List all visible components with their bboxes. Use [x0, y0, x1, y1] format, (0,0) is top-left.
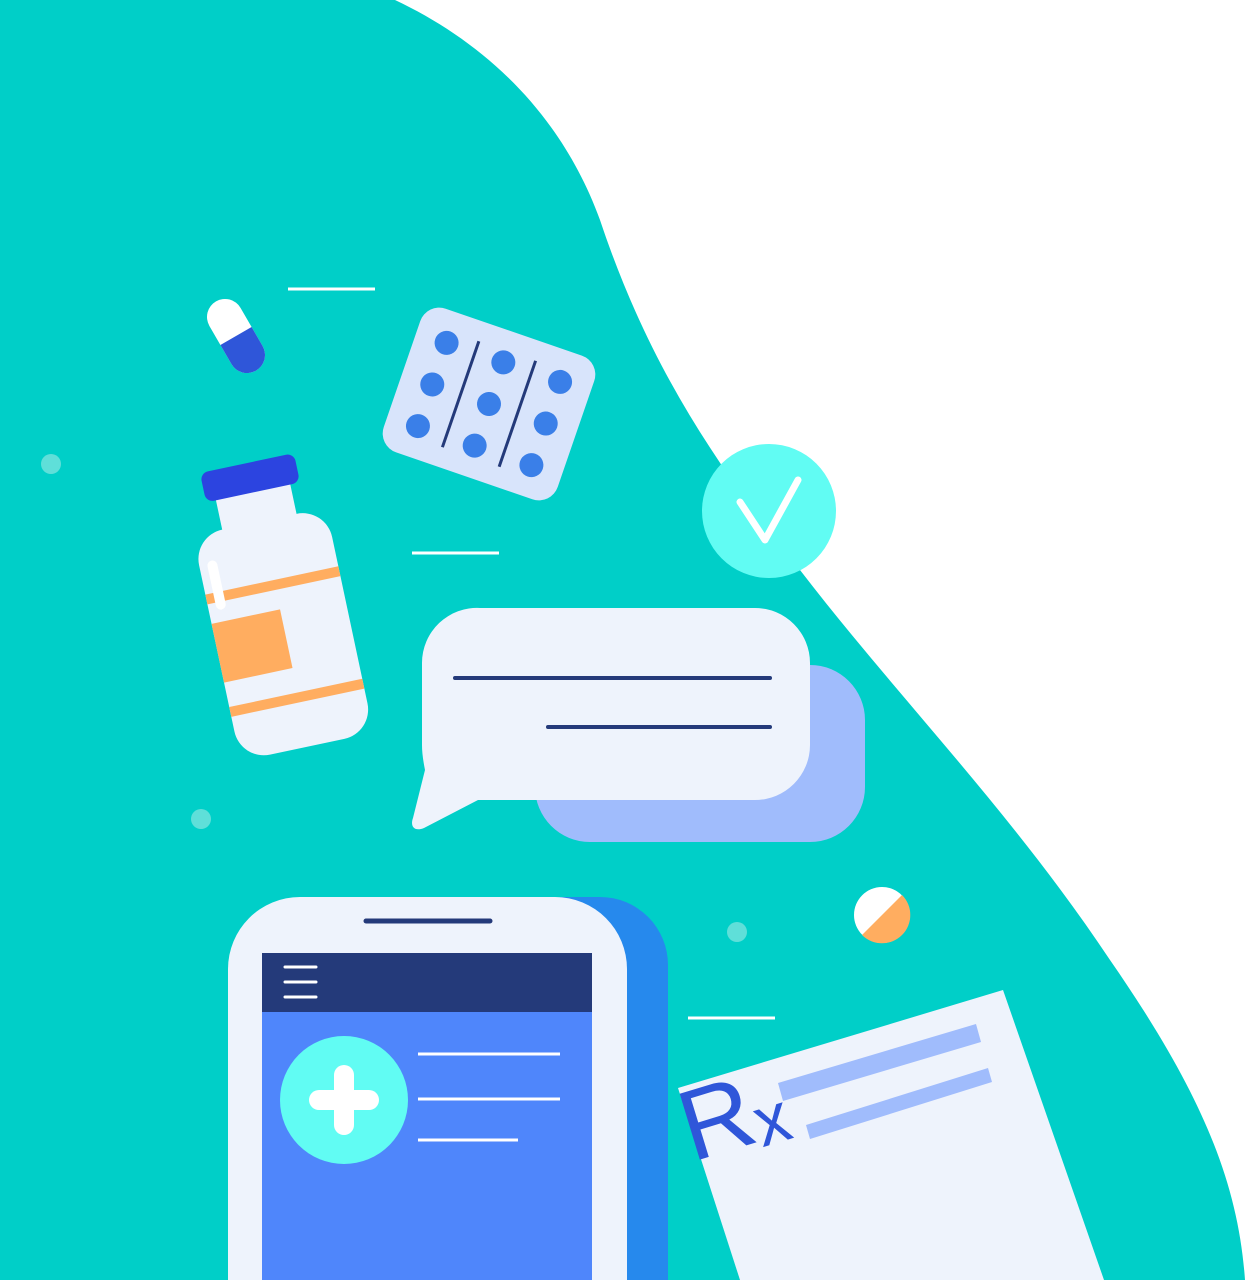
sparkle-dot [41, 454, 61, 474]
tablet-pill-icon [854, 887, 911, 944]
sparkle-dot [191, 809, 211, 829]
pharmacy-illustration: Rₓ [0, 0, 1245, 1280]
sparkle-dot [727, 922, 747, 942]
checkmark-badge-icon [702, 444, 836, 578]
medical-cross-icon [280, 1036, 408, 1164]
smartphone-icon [228, 897, 668, 1280]
